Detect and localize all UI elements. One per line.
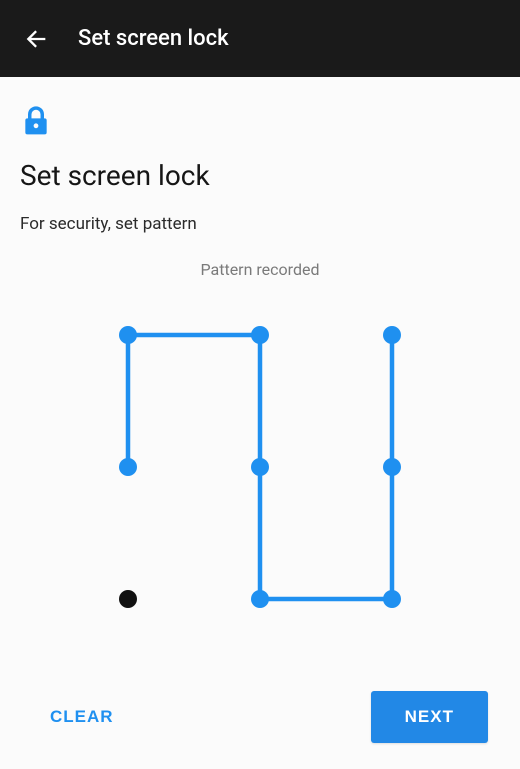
content: Set screen lock For security, set patter… xyxy=(0,77,520,769)
pattern-dot-7[interactable] xyxy=(251,590,269,608)
page-subtitle: For security, set pattern xyxy=(20,214,500,234)
pattern-dot-1[interactable] xyxy=(251,326,269,344)
clear-button[interactable]: CLEAR xyxy=(32,693,132,741)
pattern-dot-8[interactable] xyxy=(383,590,401,608)
pattern-dot-2[interactable] xyxy=(383,326,401,344)
app-bar: Set screen lock xyxy=(0,0,520,77)
pattern-dot-0[interactable] xyxy=(119,326,137,344)
page-title: Set screen lock xyxy=(20,159,500,192)
app-bar-title: Set screen lock xyxy=(78,26,229,51)
back-button[interactable] xyxy=(18,21,54,57)
pattern-dot-3[interactable] xyxy=(119,458,137,476)
pattern-dot-4[interactable] xyxy=(251,458,269,476)
pattern-area[interactable] xyxy=(20,293,500,677)
pattern-dot-6[interactable] xyxy=(119,590,137,608)
footer: CLEAR NEXT xyxy=(20,677,500,769)
lock-icon xyxy=(20,105,500,141)
arrow-back-icon xyxy=(22,25,50,53)
pattern-grid[interactable] xyxy=(110,317,410,617)
next-button[interactable]: NEXT xyxy=(371,691,488,743)
pattern-status: Pattern recorded xyxy=(201,260,320,279)
pattern-dot-5[interactable] xyxy=(383,458,401,476)
